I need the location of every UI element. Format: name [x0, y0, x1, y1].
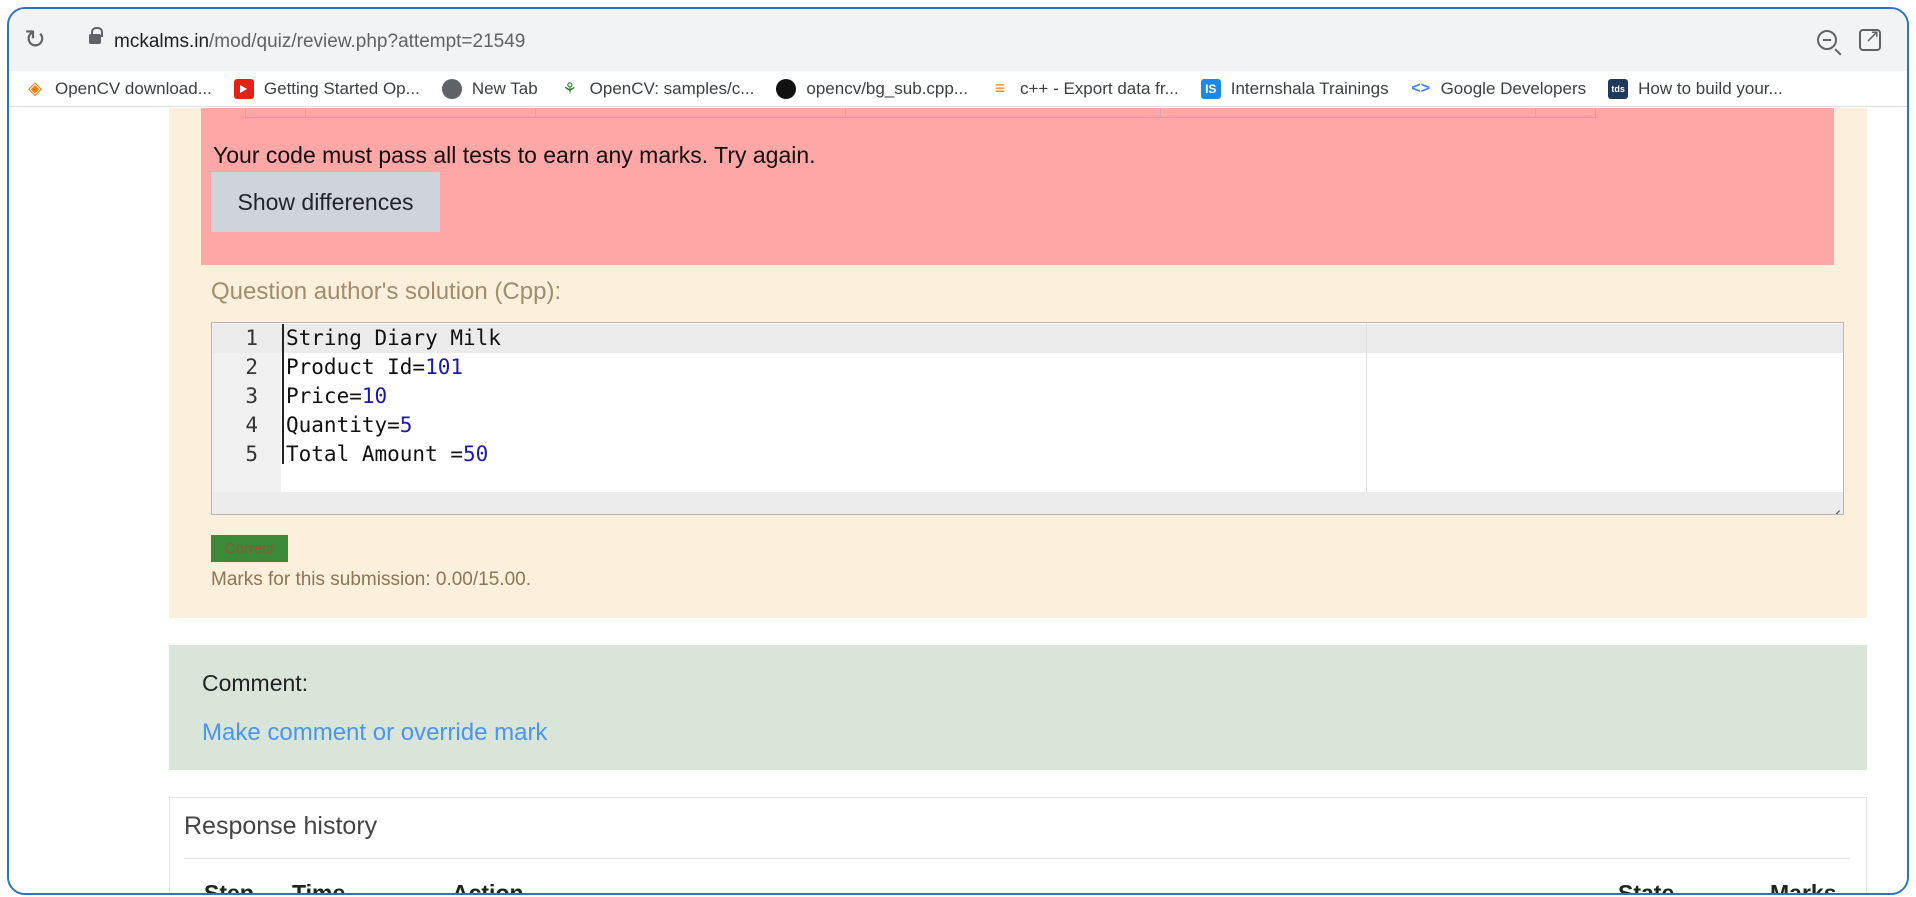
line-text: String Diary Milk — [286, 324, 501, 353]
bookmark-label: c++ - Export data fr... — [1020, 78, 1179, 98]
bookmark-label: opencv/bg_sub.cpp... — [806, 78, 968, 98]
code-number: 50 — [463, 442, 489, 466]
response-history-title: Response history — [184, 812, 378, 840]
marks-summary: Marks for this submission: 0.00/15.00. — [211, 569, 531, 590]
youtube-icon — [233, 78, 254, 99]
code-line: 4 Quantity=5 — [212, 411, 1843, 440]
url-path: /mod/quiz/review.php?attempt=21549 — [209, 31, 526, 52]
bookmark-opencv-samples[interactable]: ⚘ OpenCV: samples/c... — [560, 78, 755, 99]
line-text: Product Id=101 — [286, 353, 463, 382]
lock-icon[interactable] — [89, 27, 103, 44]
resize-handle-icon[interactable] — [1826, 497, 1840, 511]
address-bar-area: ↻ mckalms.in/mod/quiz/review.php?attempt… — [9, 9, 1907, 71]
column-header-state: State — [1618, 880, 1675, 895]
share-icon[interactable] — [1859, 26, 1881, 51]
code-line: 5 Total Amount =50 — [212, 440, 1843, 469]
line-number: 3 — [245, 384, 258, 408]
comment-panel: Comment: Make comment or override mark — [169, 645, 1867, 770]
code-text: Quantity= — [286, 413, 400, 437]
question-feedback: Your code must pass all tests to earn an… — [169, 108, 1867, 618]
code-number: 10 — [361, 384, 388, 408]
test-fail-panel: Your code must pass all tests to earn an… — [201, 108, 1834, 265]
globe-icon — [441, 78, 462, 99]
line-text: Quantity=5 — [286, 411, 412, 440]
bookmark-opencv-download[interactable]: ◈ OpenCV download... — [25, 78, 212, 99]
bookmark-getting-started[interactable]: Getting Started Op... — [233, 78, 420, 99]
opencv-samples-icon: ⚘ — [562, 80, 577, 98]
column-header-time: Time — [292, 880, 346, 895]
bookmark-label: How to build your... — [1638, 78, 1783, 98]
reload-icon[interactable]: ↻ — [21, 25, 49, 53]
column-header-action: Action — [452, 880, 524, 895]
bookmark-label: Getting Started Op... — [263, 78, 420, 98]
bookmark-label: OpenCV: samples/c... — [589, 78, 755, 98]
show-differences-button[interactable]: Show differences — [211, 172, 440, 232]
code-line: 2 Product Id=101 — [212, 353, 1843, 382]
omnibox[interactable]: mckalms.in/mod/quiz/review.php?attempt=2… — [63, 21, 1903, 61]
bookmark-label: Internshala Trainings — [1230, 78, 1389, 98]
column-header-marks: Marks — [1770, 880, 1837, 895]
url-host: mckalms.in — [114, 31, 210, 52]
line-text: Price=10 — [286, 382, 387, 411]
code-text: Product Id= — [286, 355, 426, 379]
code-text: String Diary Milk — [286, 326, 501, 350]
bookmarks-bar: ◈ OpenCV download... Getting Started Op..… — [9, 71, 1907, 107]
line-number: 5 — [245, 442, 258, 466]
code-text: Total Amount = — [286, 442, 464, 466]
internshala-icon: IS — [1200, 78, 1221, 99]
result-table-edge — [245, 108, 1597, 118]
line-number: 2 — [245, 355, 258, 379]
fail-message: Your code must pass all tests to earn an… — [213, 142, 816, 168]
zoom-icon[interactable] — [1817, 30, 1837, 50]
bookmark-stackoverflow[interactable]: ≡ c++ - Export data fr... — [990, 78, 1179, 99]
code-line: 1 String Diary Milk — [212, 324, 1843, 353]
solution-heading: Question author's solution (Cpp): — [211, 278, 562, 305]
code-number: 101 — [425, 355, 464, 379]
divider — [184, 858, 1850, 859]
tds-icon: tds — [1608, 78, 1629, 99]
code-number: 5 — [399, 413, 413, 437]
code-text: Price= — [286, 384, 362, 408]
bookmark-internshala[interactable]: IS Internshala Trainings — [1200, 78, 1389, 99]
google-developers-icon: <> — [1411, 79, 1430, 97]
bookmark-google-developers[interactable]: <> Google Developers — [1411, 78, 1587, 99]
line-number: 4 — [245, 413, 258, 437]
bookmark-how-to-build[interactable]: tds How to build your... — [1608, 78, 1783, 99]
response-history: Response history Step Time Action State … — [169, 797, 1867, 895]
column-header-step: Step — [204, 880, 254, 895]
page-content: Your code must pass all tests to earn an… — [9, 108, 1907, 895]
bookmark-label: Google Developers — [1440, 78, 1587, 98]
stackoverflow-icon: ≡ — [994, 78, 1006, 98]
make-comment-link[interactable]: Make comment or override mark — [202, 719, 547, 747]
comment-label: Comment: — [202, 670, 309, 696]
bookmark-label: OpenCV download... — [55, 78, 212, 98]
print-margin — [1366, 323, 1367, 492]
github-icon — [776, 78, 797, 99]
text-cursor — [282, 324, 284, 464]
bookmark-github-bgsub[interactable]: opencv/bg_sub.cpp... — [776, 78, 968, 99]
browser-window: ↻ mckalms.in/mod/quiz/review.php?attempt… — [7, 7, 1909, 895]
line-text: Total Amount =50 — [286, 440, 488, 469]
bookmark-new-tab[interactable]: New Tab — [441, 78, 538, 99]
url-text[interactable]: mckalms.in/mod/quiz/review.php?attempt=2… — [114, 31, 525, 53]
editor-footer — [212, 492, 1843, 514]
bookmark-label: New Tab — [471, 78, 538, 98]
line-number: 1 — [245, 326, 258, 350]
solution-code-editor[interactable]: 1 String Diary Milk 2 Product Id=101 3 Pric… — [211, 322, 1844, 515]
opencv-icon: ◈ — [28, 78, 42, 98]
correct-badge: Correct — [211, 535, 288, 562]
code-line: 3 Price=10 — [212, 382, 1843, 411]
